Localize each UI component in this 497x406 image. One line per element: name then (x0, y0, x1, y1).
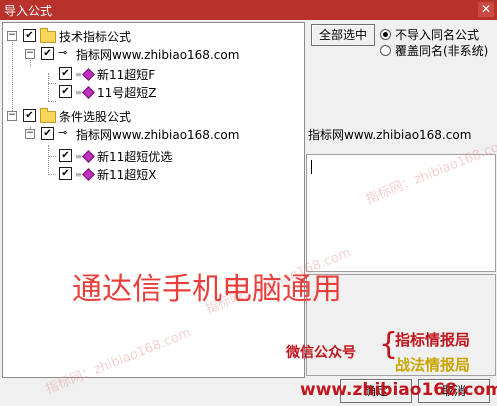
tree-group-stock-screening[interactable]: − ✔ 条件选股公式 (3, 107, 303, 125)
tree-source-node[interactable]: − ✔ ⊸ 指标网www.zhibiao168.com (3, 125, 303, 143)
tree-item[interactable]: ✔ ≡ 11号超短Z (3, 83, 303, 101)
wechat-label: 微信公众号 (286, 345, 356, 361)
tree-item-label: 新11超短F (97, 68, 156, 82)
tree-item-label: 新11超短优选 (97, 150, 173, 164)
gem-icon (82, 86, 95, 99)
key-icon: ⊸ (58, 46, 68, 59)
tree-source-node[interactable]: − ✔ ⊸ 指标网www.zhibiao168.com (3, 45, 303, 63)
folder-icon (40, 108, 56, 123)
dialog-body: − ✔ 技术指标公式 − ✔ ⊸ 指标网www.zhibiao168.com ✔… (0, 20, 497, 406)
collapse-toggle[interactable]: − (25, 129, 35, 139)
title-bar: 导入公式 ✕ (0, 0, 497, 20)
gem-icon (82, 168, 95, 181)
formula-type-icon: ≡ (75, 70, 82, 79)
group-checkbox[interactable]: ✔ (23, 109, 36, 122)
tree-item[interactable]: ✔ ≡ 新11超短X (3, 165, 303, 183)
skip-same-radio[interactable] (380, 29, 391, 40)
site-url: www.zhibiao168.com (300, 380, 497, 400)
formula-type-icon: ≡ (75, 88, 82, 97)
collapse-toggle[interactable]: − (25, 49, 35, 59)
account-name: 战法情报局 (395, 356, 471, 374)
formula-type-icon: ≡ (75, 152, 82, 161)
tree-source-label: 指标网www.zhibiao168.com (76, 128, 240, 142)
banner-text: 通达信手机电脑通用 (72, 272, 342, 307)
account-name: 指标情报局 (395, 331, 471, 349)
collapse-toggle[interactable]: − (7, 31, 17, 41)
source-text: 指标网www.zhibiao168.com (308, 128, 472, 142)
text-cursor (311, 160, 312, 174)
item-checkbox[interactable]: ✔ (59, 167, 72, 180)
formula-tree[interactable]: − ✔ 技术指标公式 − ✔ ⊸ 指标网www.zhibiao168.com ✔… (2, 22, 305, 378)
overwrite-same-label: 覆盖同名(非系统) (395, 44, 489, 58)
item-checkbox[interactable]: ✔ (59, 67, 72, 80)
tree-item[interactable]: ✔ ≡ 新11超短优选 (3, 147, 303, 165)
tree-group-label: 条件选股公式 (59, 110, 132, 124)
tree-item-label: 11号超短Z (97, 86, 157, 100)
group-checkbox[interactable]: ✔ (23, 29, 36, 42)
window-title: 导入公式 (4, 4, 53, 18)
folder-icon (40, 28, 56, 43)
formula-type-icon: ≡ (75, 170, 82, 179)
item-checkbox[interactable]: ✔ (59, 149, 72, 162)
tree-item-label: 新11超短X (97, 168, 157, 182)
gem-icon (82, 68, 95, 81)
close-icon[interactable]: ✕ (478, 2, 494, 17)
source-checkbox[interactable]: ✔ (41, 127, 54, 140)
select-all-button[interactable]: 全部选中 (311, 24, 375, 46)
tree-group-label: 技术指标公式 (59, 30, 132, 44)
item-checkbox[interactable]: ✔ (59, 85, 72, 98)
overwrite-same-radio[interactable] (380, 45, 391, 56)
gem-icon (82, 150, 95, 163)
key-icon: ⊸ (58, 126, 68, 139)
source-checkbox[interactable]: ✔ (41, 47, 54, 60)
skip-same-label: 不导入同名公式 (395, 28, 480, 42)
tree-source-label: 指标网www.zhibiao168.com (76, 48, 240, 62)
tree-group-tech-indicators[interactable]: − ✔ 技术指标公式 (3, 27, 303, 45)
tree-item[interactable]: ✔ ≡ 新11超短F (3, 65, 303, 83)
collapse-toggle[interactable]: − (7, 111, 17, 121)
